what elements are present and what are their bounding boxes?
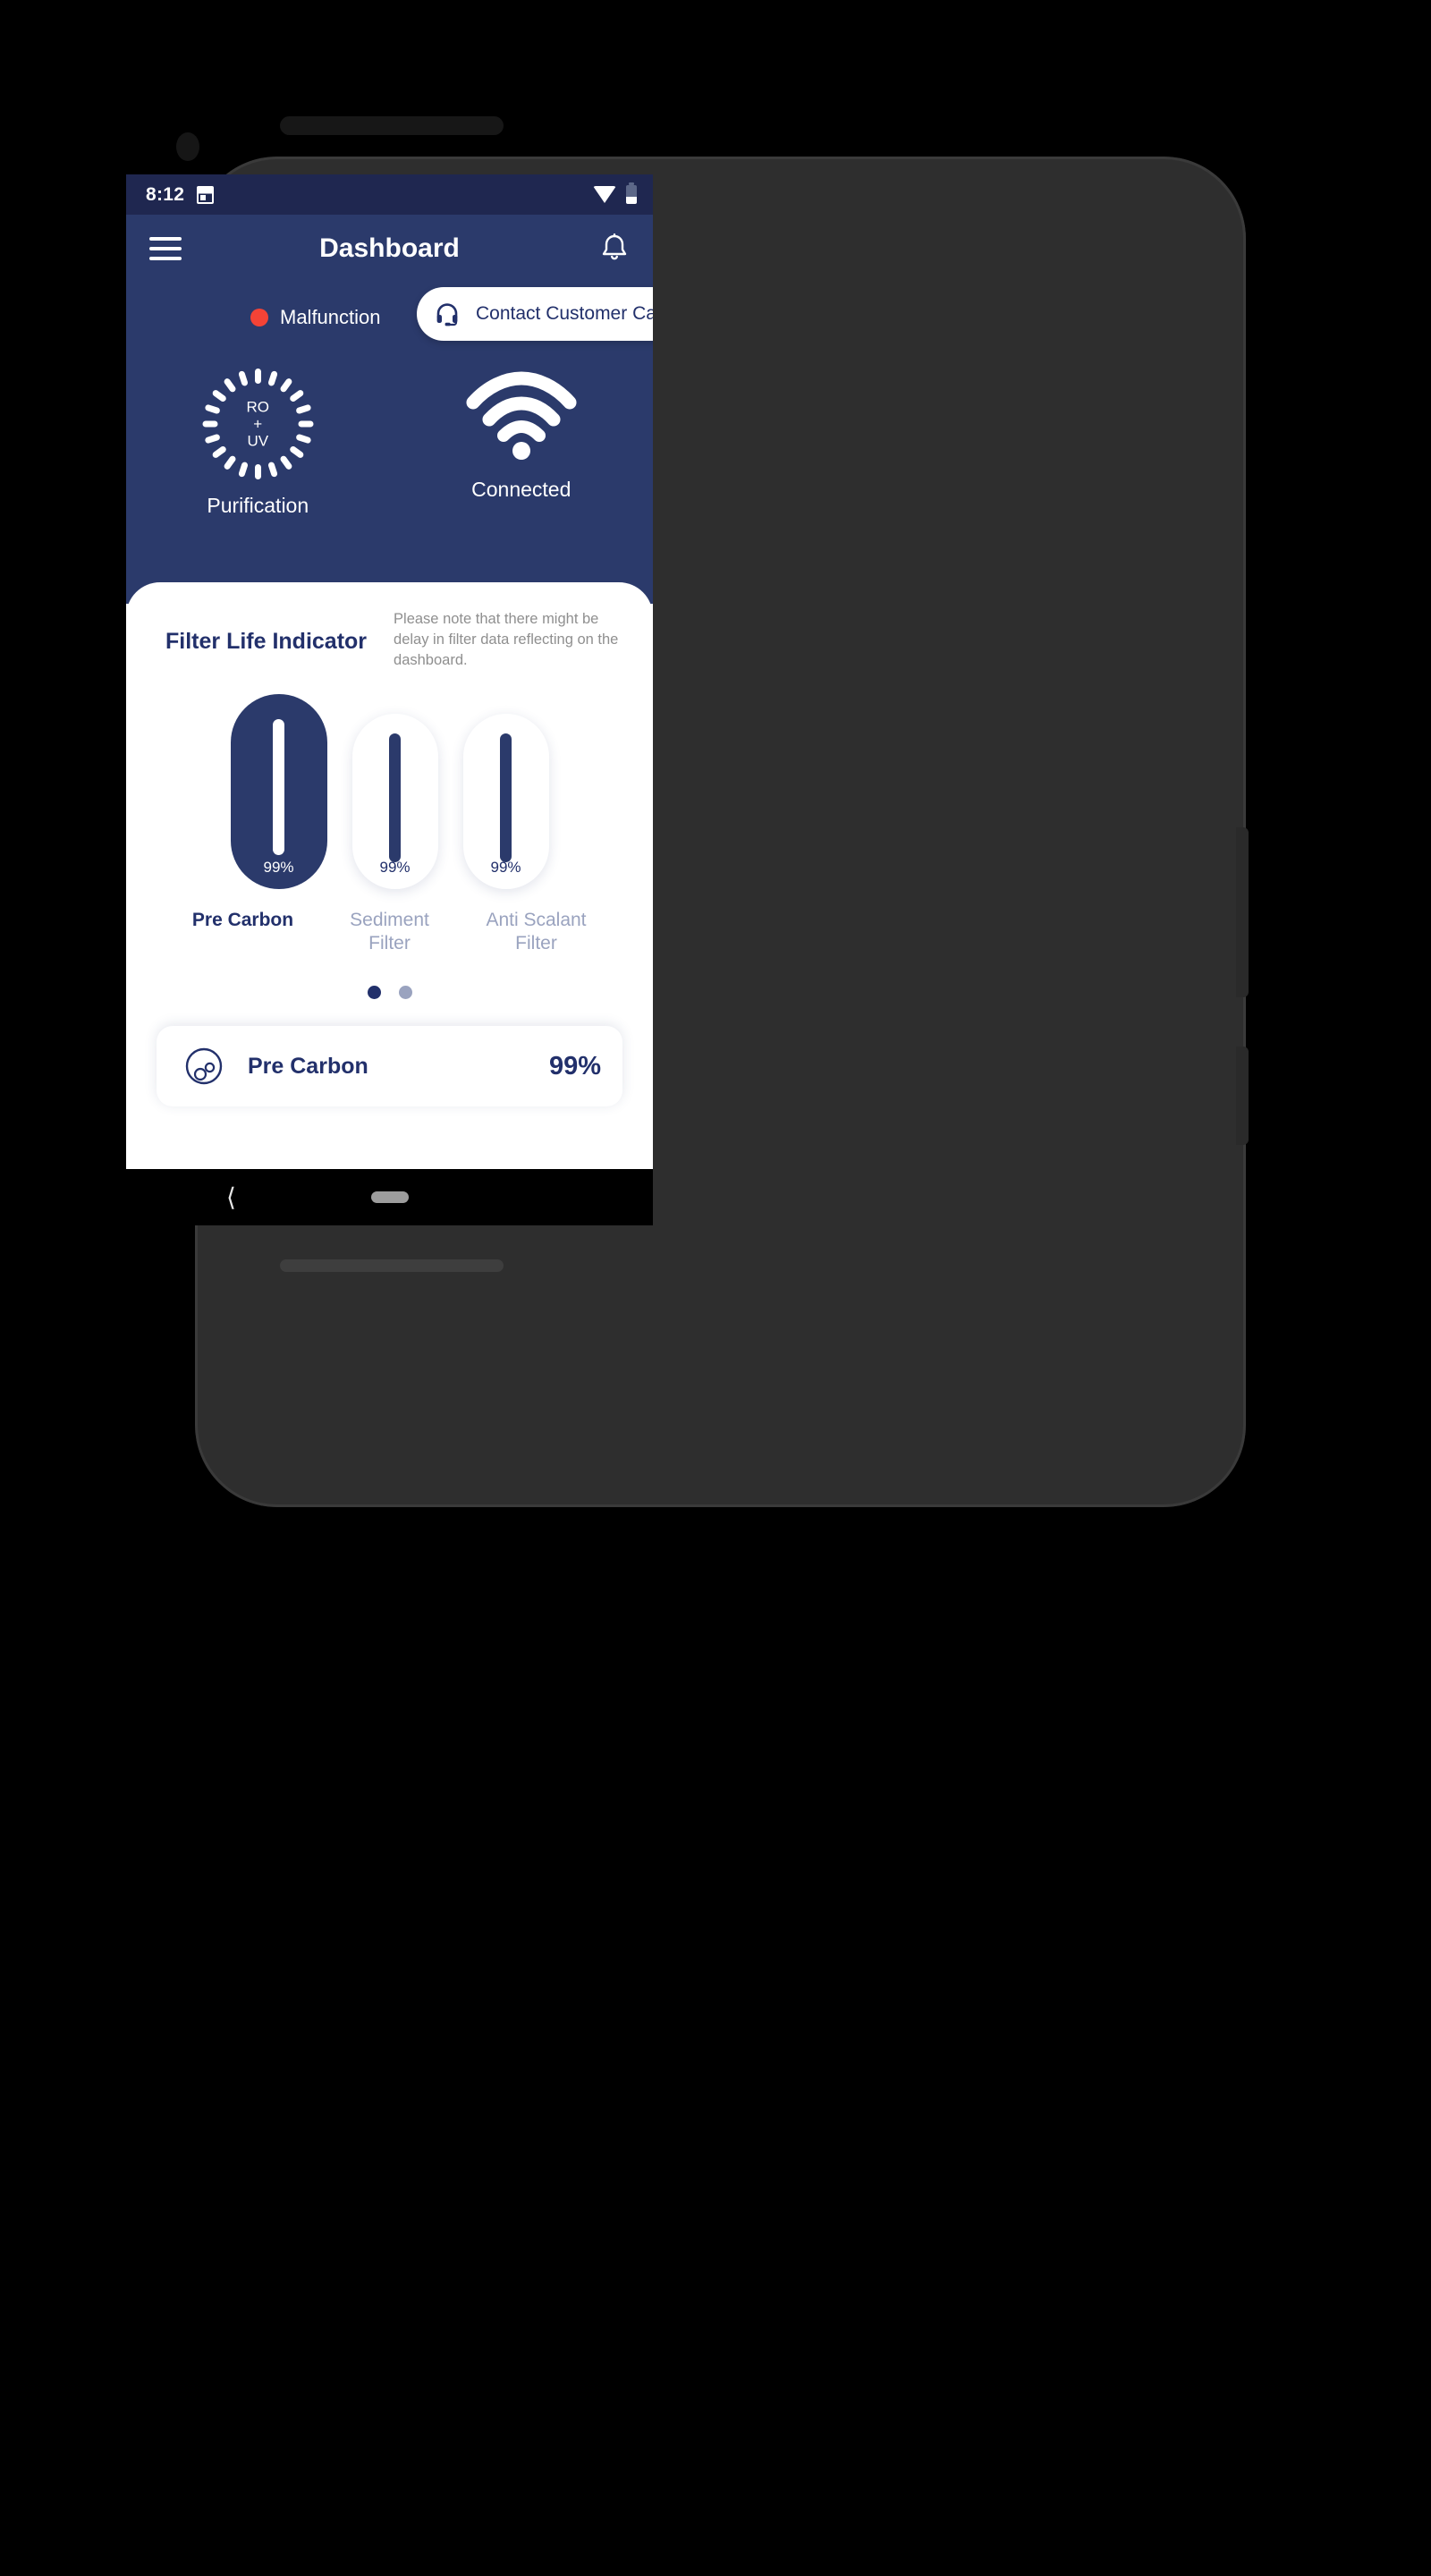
- hamburger-menu-icon[interactable]: [149, 237, 182, 260]
- filter-section-header: Filter Life Indicator Please note that t…: [126, 582, 653, 671]
- filter-particles-icon: [185, 1047, 223, 1085]
- filter-gauge-card[interactable]: 99%: [230, 694, 327, 889]
- contact-customer-care-label: Contact Customer Care: [476, 303, 653, 324]
- mode-label-purification: Purification: [207, 494, 309, 517]
- bell-icon[interactable]: [599, 233, 630, 265]
- plus-label: +: [253, 415, 263, 433]
- device-status-row: Malfunction Contact Customer Care: [126, 283, 653, 352]
- purification-ring-tick: [254, 369, 261, 384]
- filter-label-sediment[interactable]: Sediment Filter: [329, 909, 451, 955]
- mode-label-connected: Connected: [471, 478, 572, 501]
- app-bar: Dashboard: [126, 215, 653, 283]
- purification-ring-tick: [222, 454, 237, 471]
- wifi-icon: [466, 371, 577, 460]
- android-navigation-bar: ⟨: [126, 1169, 653, 1225]
- home-pill-icon[interactable]: [370, 1191, 409, 1203]
- filter-gauge-bar: [273, 719, 284, 855]
- purification-ring-tick: [222, 377, 237, 394]
- purification-ring-tick: [278, 454, 293, 471]
- calendar-icon: [197, 185, 215, 204]
- filter-detail-card[interactable]: Pre Carbon 99%: [157, 1026, 622, 1106]
- purification-ring-tick: [278, 377, 293, 394]
- status-left-icons: [197, 185, 215, 204]
- back-chevron-icon[interactable]: ⟨: [226, 1184, 236, 1210]
- filter-gauge-labels: Pre Carbon Sediment Filter Anti Scalant …: [126, 909, 653, 955]
- filter-gauge-percent: 99%: [379, 859, 411, 876]
- filter-detail-percent: 99%: [548, 1051, 601, 1080]
- filter-detail-name: Pre Carbon: [248, 1053, 368, 1079]
- mode-tile-purification[interactable]: RO + UV Purification: [126, 369, 390, 518]
- phone-front-camera: [176, 132, 199, 161]
- status-right-icons: [593, 182, 637, 204]
- mode-tiles: RO + UV Purification Connected: [126, 369, 653, 518]
- status-badge-dot: [250, 309, 268, 326]
- phone-screen: 8:12 Dashboard Malfunction Contact Custo…: [126, 174, 653, 1225]
- status-bar: 8:12: [126, 174, 653, 215]
- phone-power-button[interactable]: [1236, 827, 1249, 997]
- phone-earpiece-speaker: [280, 116, 504, 135]
- purification-ring-tick: [267, 461, 278, 479]
- malfunction-label: Malfunction: [280, 306, 381, 328]
- purification-ring-tick: [267, 369, 278, 387]
- filter-gauge-percent: 99%: [490, 859, 521, 876]
- carousel-dot-1[interactable]: [367, 986, 381, 999]
- filter-gauge-percent: 99%: [263, 859, 294, 876]
- phone-volume-button[interactable]: [1236, 1046, 1249, 1145]
- filter-gauges: 99% 99% 99%: [126, 694, 653, 889]
- filter-label-anti-scalant[interactable]: Anti Scalant Filter: [476, 909, 597, 955]
- status-time: 8:12: [146, 183, 185, 205]
- bell-icon-svg: [602, 233, 627, 260]
- carousel-pagination: [126, 986, 653, 999]
- phone-bottom-speaker: [280, 1259, 504, 1272]
- headset-icon: [436, 303, 458, 326]
- contact-customer-care-button[interactable]: Contact Customer Care: [417, 287, 653, 341]
- filter-life-sheet: Filter Life Indicator Please note that t…: [126, 582, 653, 1155]
- carousel-dot-2[interactable]: [398, 986, 412, 999]
- mode-tile-connected[interactable]: Connected: [390, 369, 654, 518]
- filter-gauge-bar: [389, 733, 401, 862]
- purification-ring-tick: [298, 420, 314, 428]
- filter-label-pre-carbon[interactable]: Pre Carbon: [182, 909, 304, 955]
- purification-ring-tick: [237, 369, 249, 387]
- battery-icon: [626, 182, 637, 204]
- filter-gauge-bar: [500, 733, 512, 862]
- purification-ring-tick: [254, 464, 261, 479]
- filter-life-title: Filter Life Indicator: [165, 629, 368, 654]
- purification-ring-text: RO + UV: [202, 399, 313, 450]
- purification-ring-tick: [202, 420, 218, 428]
- wifi-status-icon: [593, 186, 616, 203]
- filter-gauge-card[interactable]: 99%: [351, 714, 438, 889]
- page-title: Dashboard: [319, 233, 460, 263]
- filter-delay-note: Please note that there might be delay in…: [394, 611, 619, 668]
- malfunction-status: Malfunction: [250, 306, 381, 329]
- filter-gauge-card[interactable]: 99%: [462, 714, 549, 889]
- dashboard-header: Dashboard Malfunction Contact Customer C…: [126, 215, 653, 604]
- purification-ring-icon: RO + UV: [202, 369, 314, 479]
- purification-ring-tick: [237, 461, 249, 479]
